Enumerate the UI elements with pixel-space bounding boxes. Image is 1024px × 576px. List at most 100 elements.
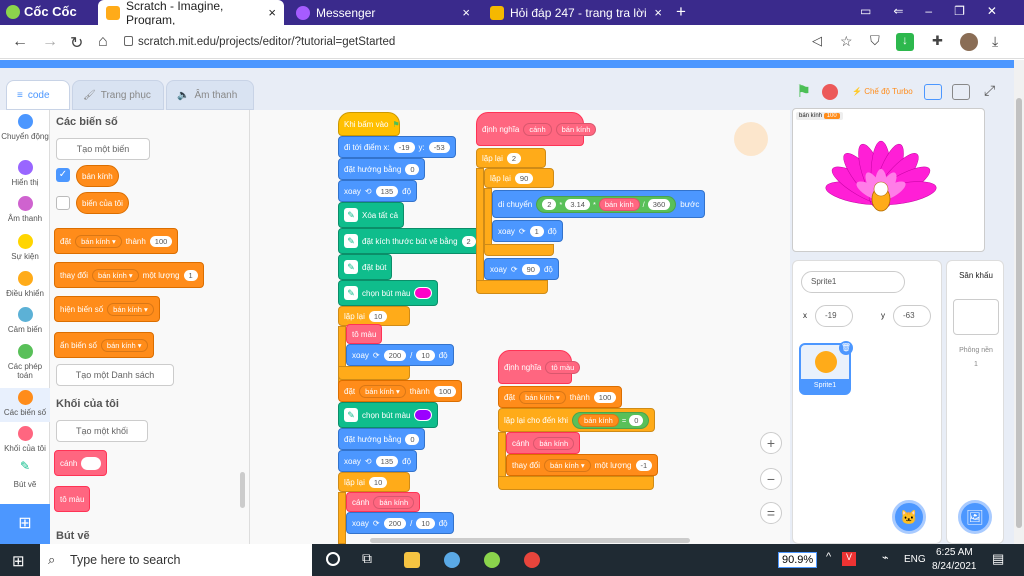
canh-call-block[interactable]: cánh bán kính <box>346 492 421 512</box>
make-list-button[interactable]: Tạo một Danh sách <box>56 364 174 386</box>
category-looks[interactable]: Hiển thị <box>0 160 50 187</box>
zoom-reset-icon[interactable]: = <box>760 502 782 524</box>
repeat-until-block[interactable]: lặp lại cho đến khi bán kính = 0 <box>498 408 656 432</box>
file-explorer-icon[interactable] <box>404 552 420 568</box>
move-steps-block[interactable]: di chuyển 2 * 3.14 * bán kính/360 bước <box>492 190 706 218</box>
change-var-block-2[interactable]: thay đổi bán kính ▾ một lượng -1 <box>506 454 659 476</box>
goto-xy-block[interactable]: đi tới điểm x: -19 y: -53 <box>338 136 456 158</box>
color-swatch-purple[interactable] <box>414 409 433 421</box>
set-pen-color-block-2[interactable]: ✎ chọn bút màu <box>338 402 439 428</box>
var-reporter-myvar[interactable]: biến của tôi <box>76 192 129 214</box>
workspace-scrollbar[interactable] <box>370 538 690 543</box>
make-variable-button[interactable]: Tạo một biến <box>56 138 150 160</box>
param-input[interactable] <box>81 456 102 470</box>
point-direction-block[interactable]: đặt hướng bằng 0 <box>338 158 426 180</box>
category-sound[interactable]: Âm thanh <box>0 196 50 223</box>
windows-start-icon[interactable]: ⊞ <box>12 552 25 570</box>
profile-avatar[interactable] <box>960 33 978 51</box>
tab-sounds[interactable]: 🔈 Âm thanh <box>166 80 254 110</box>
x-field[interactable]: -19 <box>815 305 853 327</box>
large-stage-icon[interactable] <box>952 84 970 100</box>
taskbar-search-input[interactable]: ⌕ Type here to search <box>40 544 312 576</box>
repeat-block[interactable]: lặp lại 10 <box>338 306 410 326</box>
var2-checkbox[interactable] <box>56 196 70 210</box>
var-reporter-bankinh[interactable]: bán kính <box>76 165 119 187</box>
tab-costumes[interactable]: 🖌 Trang phục <box>72 80 164 110</box>
new-tab-button[interactable]: + <box>676 2 686 22</box>
var-dropdown[interactable]: bán kính ▾ <box>107 302 154 316</box>
category-events[interactable]: Sự kiện <box>0 234 50 261</box>
tab-hoidap[interactable]: Hỏi đáp 247 - trang tra lời × <box>482 0 670 25</box>
define-tomau-block[interactable]: định nghĩa tô màu <box>498 350 581 384</box>
turn-1deg-block[interactable]: xoay ⟳ 1 độ <box>492 220 563 242</box>
tray-app-icon[interactable]: V <box>842 552 856 566</box>
backdrop-thumbnail[interactable] <box>953 299 999 335</box>
repeat90-block[interactable]: lặp lại 90 <box>484 168 554 188</box>
repeat2-block[interactable]: lặp lại 2 <box>476 148 546 168</box>
task-view-icon[interactable]: ⧉ <box>362 550 372 567</box>
category-operators[interactable]: Các phép toán <box>0 344 50 380</box>
close-window-icon[interactable]: ✕ <box>987 4 1019 18</box>
screenshot-icon[interactable]: ▭ <box>860 4 893 18</box>
add-backdrop-button[interactable]: 🖼 <box>958 500 992 534</box>
maximize-icon[interactable]: ❐ <box>954 4 987 18</box>
equals-operator[interactable]: bán kính = 0 <box>572 411 650 429</box>
network-icon[interactable]: ⌁ <box>882 551 889 564</box>
add-extension-button[interactable]: ⊞ <box>0 504 50 544</box>
back-icon[interactable]: ⇐ <box>893 4 925 18</box>
var1-checkbox[interactable]: ✓ <box>56 168 70 182</box>
fullscreen-icon[interactable]: ⤢ <box>984 82 995 99</box>
category-pen[interactable]: ✎ Bút vẽ <box>0 460 50 489</box>
repeat-block-2[interactable]: lặp lại 10 <box>338 472 410 492</box>
add-sprite-button[interactable]: 🐱 <box>892 500 926 534</box>
set-var-block-ws[interactable]: đặt bán kính ▾ thành 100 <box>338 380 463 402</box>
forward-icon[interactable]: → <box>42 33 58 51</box>
define-canh-block[interactable]: định nghĩa cánh bán kính <box>476 112 597 146</box>
var-dropdown[interactable]: bán kính ▾ <box>100 338 148 352</box>
browser-brand[interactable]: Cốc Cốc <box>6 4 77 19</box>
set-var-block-2[interactable]: đặt bán kính ▾ thành 100 <box>498 386 623 408</box>
category-sensing[interactable]: Cảm biến <box>0 307 50 334</box>
small-stage-icon[interactable] <box>924 84 942 100</box>
color-swatch-magenta[interactable] <box>414 287 433 299</box>
back-icon[interactable]: ← <box>12 33 28 51</box>
stage-canvas[interactable]: bán kính 100 <box>792 108 985 252</box>
green-flag-icon[interactable]: ⚑ <box>796 82 811 102</box>
close-tab-icon[interactable]: × <box>654 5 662 20</box>
y-field[interactable]: -63 <box>893 305 931 327</box>
make-block-button[interactable]: Tạo một khối <box>56 420 148 442</box>
canh-call-block-2[interactable]: cánh bán kính <box>506 432 581 454</box>
tab-scratch[interactable]: Scratch - Imagine, Program, × <box>98 0 284 27</box>
clock-date[interactable]: 8/24/2021 <box>932 561 977 572</box>
address-input[interactable]: scratch.mit.edu/projects/editor/?tutoria… <box>120 31 800 53</box>
tomau-call-block[interactable]: tô màu <box>346 324 383 344</box>
multiply-operator[interactable]: 2 * 3.14 * bán kính/360 <box>536 195 677 213</box>
category-control[interactable]: Điều khiển <box>0 271 50 298</box>
zoom-level-badge[interactable]: 90.9% <box>778 552 818 568</box>
turn-left-block-2[interactable]: xoay ⟲ 135 độ <box>338 450 418 472</box>
stop-icon[interactable] <box>822 84 838 100</box>
canh-block[interactable]: cánh <box>54 450 108 476</box>
delete-sprite-icon[interactable]: 🗑 <box>839 341 853 355</box>
bookmark-star-icon[interactable]: ☆ <box>840 33 853 50</box>
var-dropdown[interactable]: bán kính ▾ <box>75 234 122 248</box>
page-scrollbar[interactable] <box>1014 60 1024 544</box>
scrollbar-thumb[interactable] <box>1016 98 1022 528</box>
set-var-block[interactable]: đặt bán kính ▾ thành 100 <box>54 228 179 254</box>
home-icon[interactable]: ⌂ <box>98 33 108 51</box>
app-icon-blue[interactable] <box>444 552 460 568</box>
value-input[interactable]: 1 <box>183 269 198 281</box>
category-myblocks[interactable]: Khối của tôi <box>0 426 50 453</box>
chrome-icon[interactable] <box>524 552 540 568</box>
extensions-icon[interactable]: ✚ <box>932 33 943 49</box>
clock-time[interactable]: 6:25 AM <box>936 547 973 558</box>
minimize-icon[interactable]: – <box>925 4 954 18</box>
notification-icon[interactable]: ▤ <box>992 551 1004 567</box>
sprite-name-field[interactable]: Sprite1 <box>801 271 905 293</box>
tab-messenger[interactable]: Messenger × <box>288 0 478 25</box>
close-tab-icon[interactable]: × <box>462 5 470 20</box>
shield-icon[interactable]: ⛉ <box>870 33 880 49</box>
set-pen-color-block[interactable]: ✎ chọn bút màu <box>338 280 439 306</box>
set-pen-size-block[interactable]: ✎ đặt kích thước bút vẽ bằng 2 <box>338 228 482 254</box>
var-dropdown[interactable]: bán kính ▾ <box>92 268 139 282</box>
